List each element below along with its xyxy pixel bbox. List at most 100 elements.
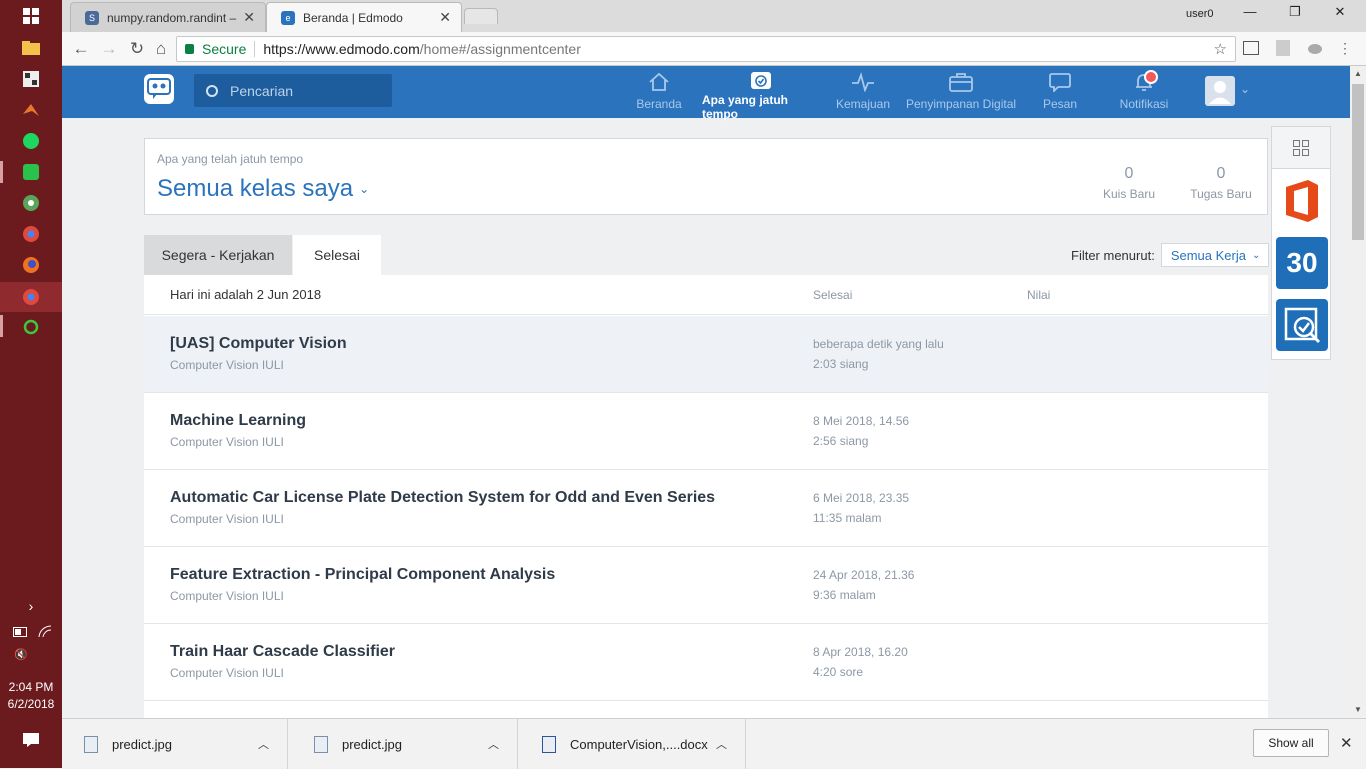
download-filename: ComputerVision,....docx	[570, 736, 708, 752]
battery-icon[interactable]	[11, 622, 31, 642]
chevron-down-icon[interactable]: ⌄	[1240, 82, 1250, 96]
file-explorer-icon[interactable]	[21, 38, 41, 58]
calendar-app-icon[interactable]: 30	[1276, 237, 1328, 289]
summary-label: Apa yang telah jatuh tempo	[157, 152, 304, 166]
assignment-title[interactable]: Feature Extraction - Principal Component…	[170, 566, 555, 584]
secure-indicator[interactable]: Secure	[185, 41, 246, 57]
nav-pesan[interactable]: Pesan	[1040, 70, 1080, 116]
list-item[interactable]: Train Haar Cascade Classifier Computer V…	[144, 624, 1268, 701]
class-selector[interactable]: Semua kelas saya ⌄	[157, 175, 369, 203]
spotify-icon[interactable]	[21, 131, 41, 151]
close-window-icon[interactable]: ✕	[1320, 4, 1360, 20]
windows-start-icon[interactable]	[21, 6, 41, 26]
loading-app-icon[interactable]	[21, 317, 41, 337]
list-item[interactable]: Feature Extraction - Principal Component…	[144, 547, 1268, 624]
quiz-review-app-icon[interactable]	[1276, 299, 1328, 351]
close-icon[interactable]: ✕	[1340, 734, 1353, 752]
browser-chrome: S numpy.random.randint – ✕ e Beranda | E…	[62, 0, 1366, 66]
chevron-down-icon: ⌄	[359, 182, 370, 196]
tab-segera-kerjakan[interactable]: Segera - Kerjakan	[144, 235, 292, 275]
reload-icon[interactable]: ↻	[126, 38, 148, 60]
user-profile-label[interactable]: user0	[1186, 8, 1214, 20]
search-input[interactable]: Pencarian	[194, 74, 392, 107]
tab-strip: S numpy.random.randint – ✕ e Beranda | E…	[62, 0, 1366, 32]
divider	[254, 41, 256, 57]
forward-icon[interactable]: →	[98, 38, 120, 60]
home-icon	[647, 70, 671, 94]
volume-muted-icon[interactable]: 🔇	[11, 644, 31, 664]
minimize-icon[interactable]: —	[1230, 4, 1270, 19]
address-bar[interactable]: Secure https://www.edmodo.com/home#/assi…	[176, 36, 1236, 62]
extension-icon[interactable]	[1242, 39, 1260, 57]
show-all-button[interactable]: Show all	[1253, 729, 1329, 757]
cloud-extension-icon[interactable]	[1306, 39, 1324, 57]
action-center-icon[interactable]	[21, 730, 41, 750]
firefox-icon[interactable]	[21, 255, 41, 275]
assignment-title[interactable]: Automatic Car License Plate Detection Sy…	[170, 489, 715, 507]
app-rail: 30	[1271, 126, 1331, 360]
edmodo-favicon-icon: e	[281, 10, 295, 25]
wifi-icon[interactable]	[36, 622, 56, 642]
downloads-bar: predict.jpg ︿ predict.jpg ︿ ComputerVisi…	[62, 718, 1366, 769]
download-item[interactable]: ComputerVision,....docx ︿	[520, 719, 746, 769]
completed-time: 11:35 malam	[813, 511, 882, 525]
back-icon[interactable]: ←	[70, 38, 92, 60]
edmodo-logo-icon[interactable]	[144, 74, 174, 104]
nav-kemajuan[interactable]: Kemajuan	[835, 70, 891, 116]
stat-number: 0	[1216, 165, 1226, 182]
list-item[interactable]: Machine Learning Computer Vision IULI 8 …	[144, 393, 1268, 470]
filter-control: Filter menurut: Semua Kerja ⌄	[1071, 243, 1269, 267]
nav-label: Notifikasi	[1119, 97, 1169, 111]
pdf-extension-icon[interactable]	[1274, 39, 1292, 57]
scroll-down-icon[interactable]: ▼	[1350, 702, 1366, 718]
avatar[interactable]	[1205, 76, 1235, 106]
download-item[interactable]: predict.jpg ︿	[62, 719, 288, 769]
stat-label: Kuis Baru	[1102, 187, 1156, 201]
completed-time: 9:36 malam	[813, 588, 876, 602]
new-tab-button[interactable]	[464, 8, 498, 24]
close-icon[interactable]: ✕	[243, 9, 255, 26]
chevron-up-icon[interactable]: ︿	[488, 736, 499, 752]
assignment-title[interactable]: Train Haar Cascade Classifier	[170, 643, 395, 661]
secure-label: Secure	[202, 41, 247, 57]
apps-grid-icon[interactable]	[1272, 127, 1330, 169]
tab-label: Beranda | Edmodo	[303, 10, 403, 25]
scroll-up-icon[interactable]: ▲	[1350, 66, 1366, 82]
assignment-class: Computer Vision IULI	[170, 589, 284, 603]
stat-number: 0	[1124, 165, 1134, 182]
restore-icon[interactable]: ❐	[1275, 4, 1315, 20]
home-icon[interactable]: ⌂	[150, 38, 172, 60]
tab-selesai[interactable]: Selesai	[293, 235, 381, 275]
qr-app-icon[interactable]	[21, 69, 41, 89]
chrome-active-icon[interactable]	[21, 287, 41, 307]
taskbar-time[interactable]: 2:04 PM	[0, 679, 62, 696]
assignment-title[interactable]: [UAS] Computer Vision	[170, 335, 347, 353]
taskbar-date[interactable]: 6/2/2018	[0, 696, 62, 713]
tab-numpy[interactable]: S numpy.random.randint – ✕	[70, 2, 266, 32]
chevron-up-icon[interactable]: ︿	[258, 736, 269, 752]
assignment-title[interactable]: Machine Learning	[170, 412, 306, 430]
nav-apa-yang-jatuh-tempo[interactable]: Apa yang jatuh tempo	[702, 70, 820, 121]
list-item[interactable]: [UAS] Computer Vision Computer Vision IU…	[144, 316, 1268, 393]
download-item[interactable]: predict.jpg ︿	[292, 719, 518, 769]
tab-edmodo[interactable]: e Beranda | Edmodo ✕	[266, 2, 462, 32]
nav-penyimpanan-digital[interactable]: Penyimpanan Digital	[905, 70, 1017, 116]
nav-beranda[interactable]: Beranda	[636, 70, 682, 116]
chrome-icon[interactable]	[21, 224, 41, 244]
today-label: Hari ini adalah 2 Jun 2018	[170, 287, 322, 302]
completed-date: 6 Mei 2018, 23.35	[813, 491, 910, 505]
close-icon[interactable]: ✕	[439, 9, 451, 26]
matlab-icon[interactable]	[21, 100, 41, 120]
chevron-up-icon[interactable]: ︿	[716, 736, 727, 752]
office-app-icon[interactable]	[1276, 175, 1328, 227]
chrome-green-icon[interactable]	[21, 193, 41, 213]
filter-value: Semua Kerja	[1170, 247, 1246, 263]
line-icon[interactable]	[21, 162, 41, 182]
bookmark-star-icon[interactable]: ☆	[1214, 40, 1227, 58]
url-host: https://www.edmodo.com	[263, 41, 420, 57]
chevron-right-icon[interactable]: ›	[21, 596, 41, 616]
menu-kebab-icon[interactable]: ⋮	[1336, 39, 1354, 57]
filter-select[interactable]: Semua Kerja ⌄	[1160, 243, 1269, 267]
scrollbar-thumb[interactable]	[1352, 84, 1364, 240]
list-item[interactable]: Automatic Car License Plate Detection Sy…	[144, 470, 1268, 547]
